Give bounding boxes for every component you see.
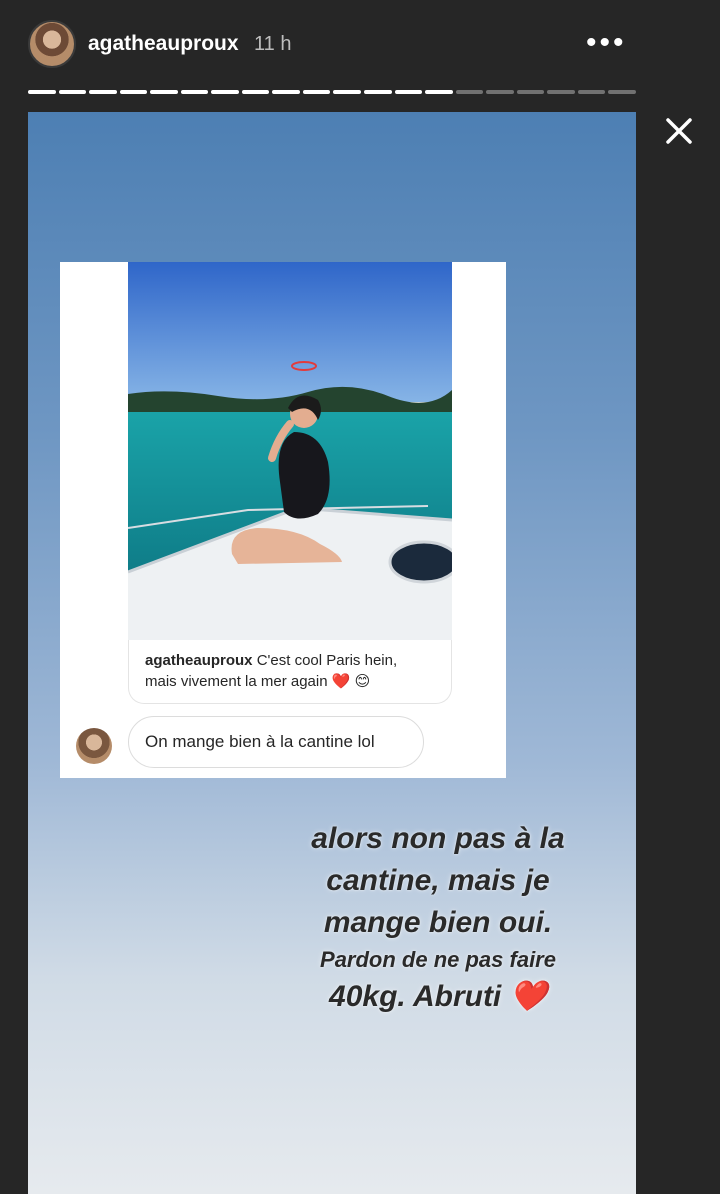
commenter-avatar — [76, 728, 112, 764]
progress-segment — [211, 90, 239, 94]
progress-segment — [425, 90, 453, 94]
post-caption: agatheauproux C'est cool Paris hein, mai… — [128, 640, 452, 704]
story-timestamp: 11 h — [254, 33, 292, 55]
user-avatar[interactable] — [28, 20, 76, 68]
progress-segment — [486, 90, 514, 94]
screenshot-card: agatheauproux C'est cool Paris hein, mai… — [60, 262, 506, 778]
progress-segment — [333, 90, 362, 94]
progress-segment — [394, 90, 423, 94]
caption-text-1: C'est cool Paris hein, — [256, 652, 398, 669]
progress-segment — [608, 90, 636, 94]
overlay-line-1: alors non pas à la — [311, 822, 565, 855]
progress-segment — [119, 90, 148, 94]
progress-segment — [455, 90, 484, 94]
progress-segment — [28, 90, 56, 94]
story-text-overlay: alors non pas à la cantine, mais je mang… — [268, 818, 608, 1018]
story-header: agatheauproux 11 h ••• — [0, 0, 720, 110]
progress-segment — [302, 90, 331, 94]
smile-emoji: 😊 — [354, 673, 371, 690]
reply-comment: On mange bien à la cantine lol — [128, 716, 424, 768]
progress-segment — [180, 90, 209, 94]
overlay-line-4: Pardon de ne pas faire — [320, 947, 556, 972]
progress-segment — [547, 90, 575, 94]
more-options-icon[interactable]: ••• — [586, 28, 626, 58]
story-content[interactable]: agatheauproux C'est cool Paris hein, mai… — [28, 112, 636, 1194]
story-progress-bar — [28, 90, 636, 94]
post-photo — [128, 262, 452, 640]
progress-segment — [89, 90, 117, 94]
progress-segment — [58, 90, 87, 94]
overlay-heart-emoji: ❤️ — [509, 980, 547, 1013]
close-icon[interactable] — [662, 114, 696, 148]
progress-segment — [150, 90, 178, 94]
overlay-line-5-row: 40kg. Abruti ❤️ — [268, 976, 608, 1018]
caption-text-2: mais vivement la mer again — [145, 673, 328, 690]
progress-segment — [516, 90, 545, 94]
progress-segment — [272, 90, 300, 94]
progress-segment — [364, 90, 392, 94]
overlay-line-3: mange bien oui. — [323, 906, 553, 939]
progress-segment — [241, 90, 270, 94]
story-username[interactable]: agatheauproux — [88, 32, 239, 56]
overlay-line-2: cantine, mais je — [326, 864, 550, 897]
caption-username: agatheauproux — [145, 652, 253, 669]
progress-segment — [577, 90, 606, 94]
overlay-line-5: 40kg. Abruti — [329, 980, 502, 1013]
heart-emoji: ❤️ — [331, 673, 351, 690]
